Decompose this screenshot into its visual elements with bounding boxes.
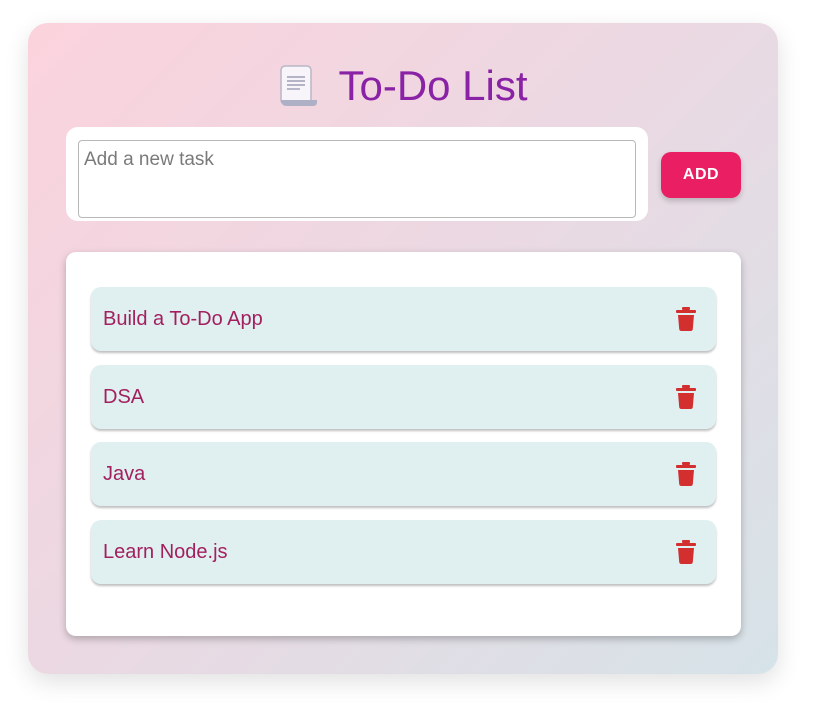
task-label: Learn Node.js: [103, 541, 228, 563]
trash-icon[interactable]: [676, 540, 696, 564]
task-input-container: [66, 127, 648, 221]
list-item: Java: [91, 442, 716, 506]
task-label: Build a To-Do App: [103, 308, 263, 330]
task-label: DSA: [103, 386, 145, 408]
list-item: DSA: [91, 365, 716, 429]
add-task-button[interactable]: ADD: [661, 152, 741, 198]
page-title: To-Do List: [338, 62, 528, 109]
list-item: Build a To-Do App: [91, 287, 716, 351]
task-input[interactable]: [78, 140, 636, 218]
task-list: Build a To-Do App DSA Java Learn Node.js: [66, 252, 741, 636]
list-item: Learn Node.js: [91, 520, 716, 584]
trash-icon[interactable]: [676, 462, 696, 486]
scroll-document-icon: [278, 64, 318, 108]
task-label: Java: [103, 463, 146, 485]
header: To-Do List: [28, 61, 778, 111]
trash-icon[interactable]: [676, 307, 696, 331]
trash-icon[interactable]: [676, 385, 696, 409]
todo-card: To-Do List ADD Build a To-Do App DSA: [28, 23, 778, 674]
